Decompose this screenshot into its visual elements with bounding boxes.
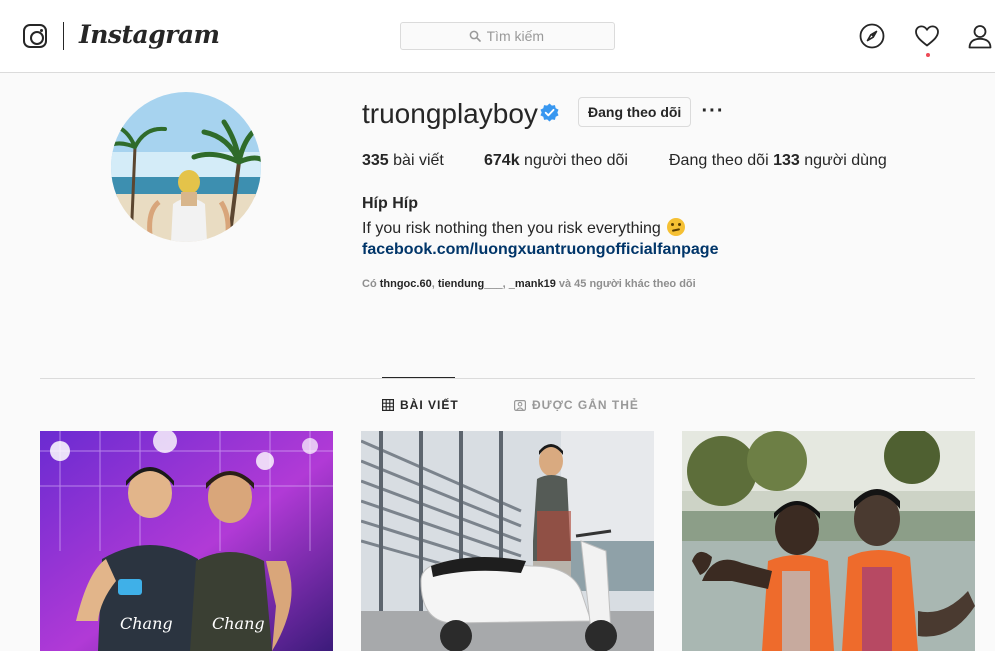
tab-tagged[interactable]: ĐƯỢC GẮN THẺ (514, 398, 639, 412)
jersey-text: Chang (212, 614, 265, 633)
more-options-button[interactable]: ··· (700, 98, 726, 124)
tabs-divider (40, 378, 975, 379)
search-box[interactable] (400, 22, 615, 50)
tab-posts[interactable]: BÀI VIẾT (382, 398, 459, 412)
post-thumbnail[interactable] (682, 431, 975, 651)
user-icon[interactable] (967, 23, 993, 49)
followed-by-line[interactable]: Có thngoc.60, tiendung___, _mank19 và 45… (362, 278, 696, 290)
bio-external-link[interactable]: facebook.com/luongxuantruongofficialfanp… (362, 241, 718, 259)
followers-stat[interactable]: 674k người theo dõi (484, 152, 628, 170)
instagram-wordmark[interactable]: Instagram (79, 20, 220, 49)
followers-label: người theo dõi (519, 152, 628, 169)
compass-icon[interactable] (859, 23, 885, 49)
follower-link[interactable]: tiendung___ (438, 278, 503, 290)
posts-stat[interactable]: 335 bài viết (362, 152, 444, 170)
following-stat[interactable]: Đang theo dõi 133 người dùng (669, 152, 887, 170)
posts-label: bài viết (388, 152, 444, 169)
bio-full-name: Híp Híp (362, 195, 418, 212)
tab-posts-label: BÀI VIẾT (400, 398, 459, 412)
instagram-logo-icon[interactable] (23, 24, 47, 48)
followers-count: 674k (484, 152, 520, 169)
verified-badge-icon (540, 103, 559, 122)
thinking-emoji-icon (667, 218, 686, 236)
follower-link[interactable]: thngoc.60 (380, 278, 432, 290)
post-thumbnail[interactable] (361, 431, 654, 651)
post-image (361, 431, 654, 651)
bio-text: If you risk nothing then you risk everyt… (362, 218, 686, 238)
logo-divider (63, 22, 64, 50)
post-thumbnail[interactable]: Chang Chang (40, 431, 333, 651)
following-button[interactable]: Đang theo dõi (578, 97, 692, 127)
top-navigation-bar: Instagram (0, 0, 995, 73)
jersey-text: Chang (120, 614, 173, 633)
following-prefix: Đang theo dõi (669, 152, 774, 169)
active-tab-indicator (382, 377, 455, 378)
post-image (682, 431, 975, 651)
followed-by-suffix: và 45 người khác theo dõi (555, 278, 696, 290)
post-image: Chang Chang (40, 431, 333, 651)
posts-count: 335 (362, 152, 389, 169)
following-suffix: người dùng (799, 152, 887, 169)
bio-quote: If you risk nothing then you risk everyt… (362, 220, 661, 237)
search-icon (469, 30, 481, 42)
heart-icon[interactable] (914, 23, 940, 49)
grid-icon (382, 399, 394, 411)
profile-username: truongplayboy (362, 98, 538, 129)
follower-link[interactable]: _mank19 (509, 278, 556, 290)
search-input[interactable] (486, 28, 547, 44)
followed-by-prefix: Có (362, 278, 380, 290)
profile-avatar[interactable] (111, 92, 261, 242)
notification-dot (926, 53, 930, 57)
following-count: 133 (773, 152, 800, 169)
avatar-photo (111, 92, 261, 242)
tab-tagged-label: ĐƯỢC GẮN THẺ (532, 398, 639, 412)
tagged-icon (514, 400, 526, 411)
